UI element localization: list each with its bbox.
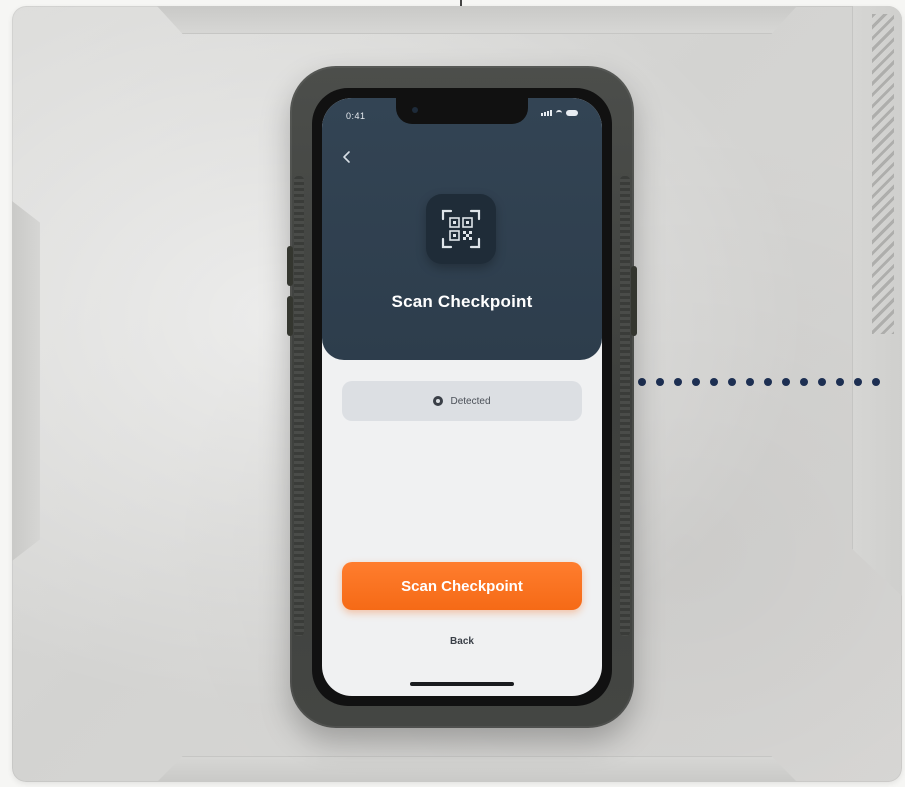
connector-dot	[854, 378, 862, 386]
phone-screen: 0:41 Scan Checkpoint Detected Scan Check…	[322, 98, 602, 696]
volume-down-button	[287, 296, 293, 336]
status-time: 0:41	[346, 111, 366, 121]
status-badge: Detected	[342, 381, 582, 421]
connector-dot	[692, 378, 700, 386]
connector-dot	[746, 378, 754, 386]
screen-header: 0:41 Scan Checkpoint	[322, 98, 602, 360]
plate-tab-top	[157, 6, 797, 34]
grip-stripes	[872, 14, 894, 334]
connector-dot	[836, 378, 844, 386]
scan-checkpoint-button[interactable]: Scan Checkpoint	[342, 562, 582, 610]
plate-tab-bottom	[157, 756, 797, 782]
status-dot-icon	[433, 396, 444, 406]
status-badge-text: Detected	[450, 395, 491, 407]
connector-dotted-line	[638, 378, 880, 386]
chevron-left-icon[interactable]	[342, 150, 358, 166]
qr-scan-icon	[426, 194, 496, 264]
battery-icon	[566, 110, 578, 116]
back-link[interactable]: Back	[322, 636, 602, 647]
status-icons	[541, 110, 578, 116]
connector-dot	[872, 378, 880, 386]
connector-dot	[710, 378, 718, 386]
connector-dot	[674, 378, 682, 386]
rugged-phone-case: 0:41 Scan Checkpoint Detected Scan Check…	[287, 66, 637, 728]
wifi-icon	[556, 110, 562, 116]
connector-dot	[818, 378, 826, 386]
signal-icon	[541, 110, 552, 116]
home-indicator[interactable]	[410, 682, 514, 686]
plate-tab-left	[12, 201, 40, 561]
connector-dot	[638, 378, 646, 386]
volume-up-button	[287, 246, 293, 286]
connector-dot	[764, 378, 772, 386]
phone-bezel: 0:41 Scan Checkpoint Detected Scan Check…	[312, 88, 612, 706]
connector-dot	[800, 378, 808, 386]
page-title: Scan Checkpoint	[391, 292, 533, 311]
plate-rail-right	[852, 6, 902, 596]
front-camera	[412, 107, 418, 113]
case-grip-right	[620, 176, 630, 636]
connector-dot	[782, 378, 790, 386]
backdrop: 0:41 Scan Checkpoint Detected Scan Check…	[0, 0, 905, 787]
connector-dot	[728, 378, 736, 386]
power-button	[631, 266, 637, 336]
case-grip-left	[294, 176, 304, 636]
connector-dot	[656, 378, 664, 386]
plate-top-mark	[460, 0, 462, 6]
camera-notch	[396, 98, 528, 124]
